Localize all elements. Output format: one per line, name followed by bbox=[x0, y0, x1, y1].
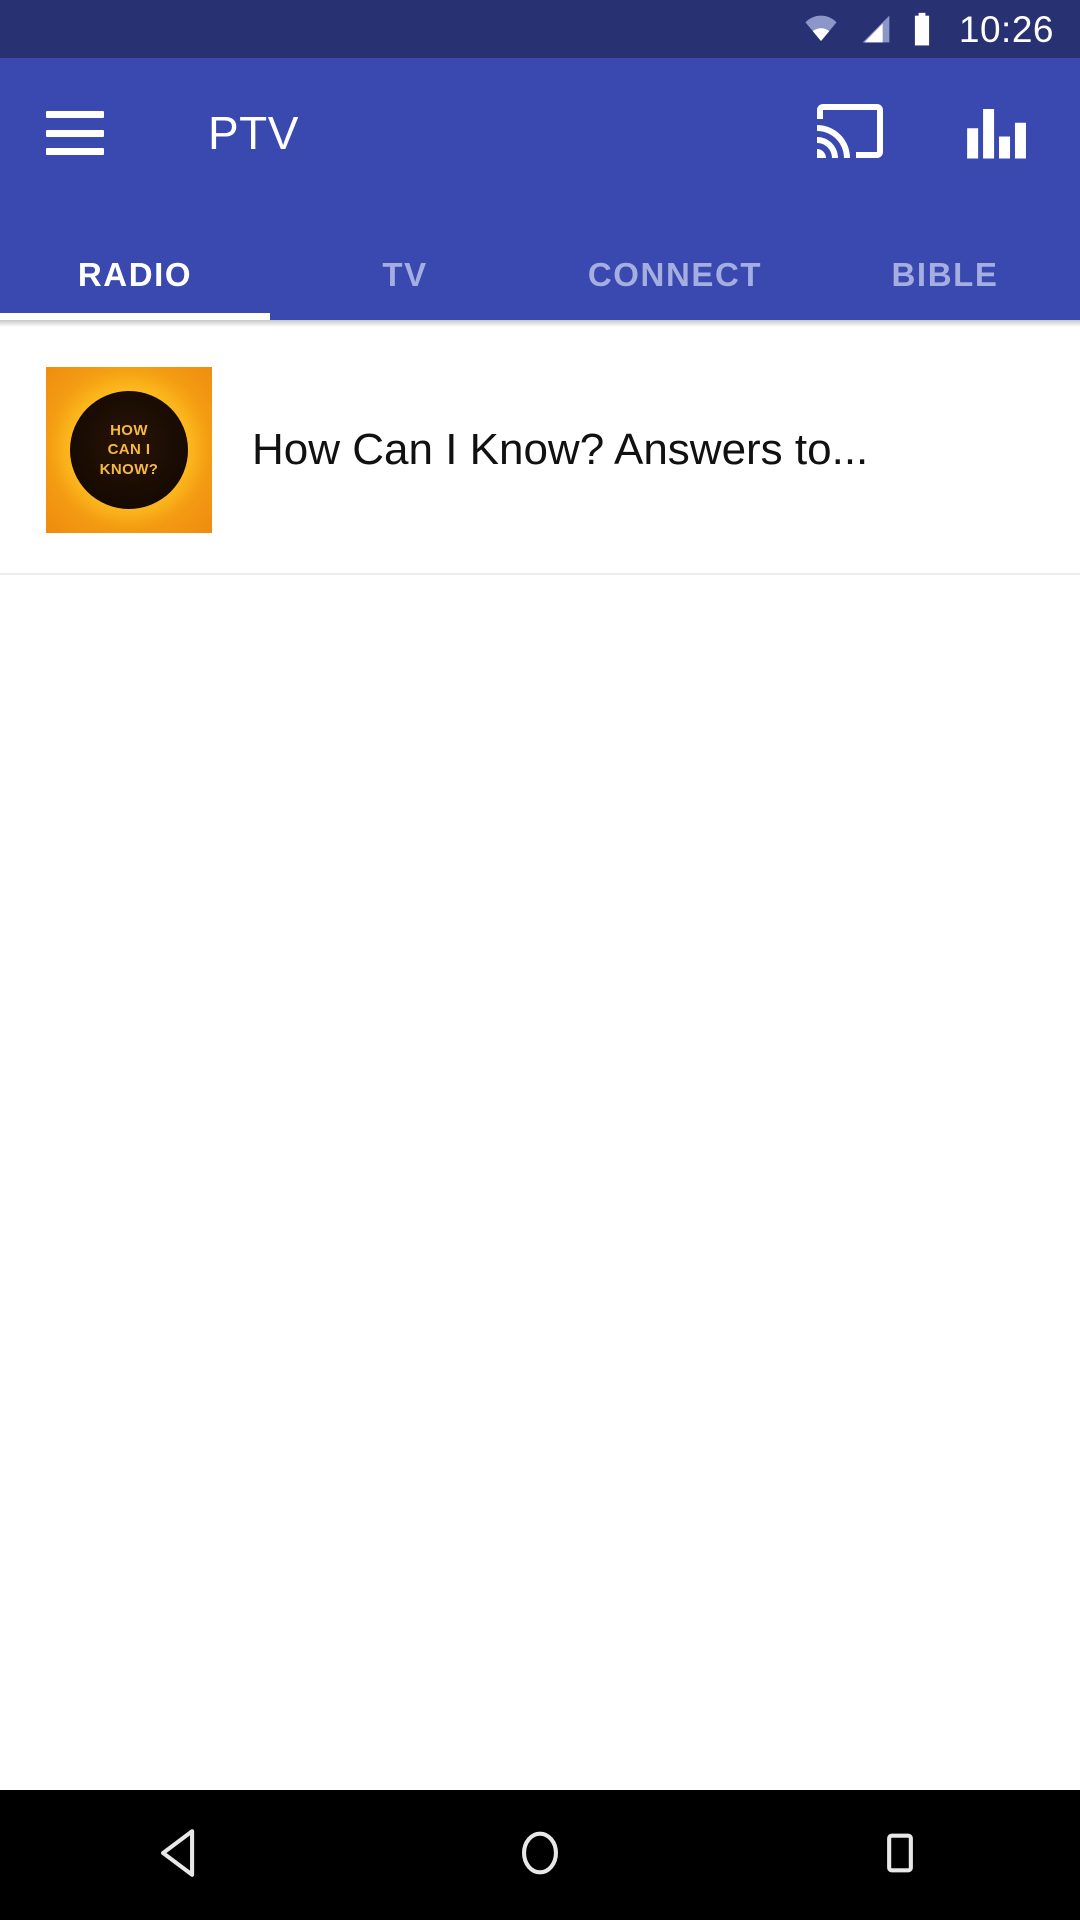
tab-bible[interactable]: BIBLE bbox=[810, 256, 1080, 320]
battery-icon bbox=[911, 12, 933, 46]
status-time: 10:26 bbox=[958, 8, 1054, 50]
tab-tv[interactable]: TV bbox=[270, 256, 540, 320]
active-tab-indicator bbox=[0, 313, 270, 320]
triangle-left-icon bbox=[151, 1824, 209, 1887]
cell-signal-icon bbox=[857, 13, 895, 45]
app-bar: PTV bbox=[0, 58, 1080, 208]
wifi-icon bbox=[801, 13, 841, 45]
album-art-line-3: KNOW? bbox=[99, 460, 159, 478]
list-item-title: How Can I Know? Answers to... bbox=[252, 425, 869, 474]
recents-button[interactable] bbox=[840, 1795, 960, 1915]
tab-connect[interactable]: CONNECT bbox=[540, 256, 810, 320]
radio-program-list: HOW CAN I KNOW? How Can I Know? Answers … bbox=[0, 327, 1080, 575]
app-bar-actions bbox=[812, 95, 1034, 171]
equalizer-button[interactable] bbox=[958, 95, 1034, 171]
back-button[interactable] bbox=[120, 1795, 240, 1915]
equalizer-icon bbox=[963, 98, 1029, 169]
album-art-line-2: CAN I bbox=[107, 441, 151, 459]
app-screen: 10:26 PTV RADIO TV CONNECT BIBLE HOW CAN… bbox=[0, 0, 1080, 1920]
page-title: PTV bbox=[208, 107, 299, 159]
album-art-line-1: HOW bbox=[110, 422, 148, 440]
list-divider bbox=[0, 573, 1080, 575]
system-navigation-bar bbox=[0, 1790, 1080, 1920]
cast-icon bbox=[814, 95, 886, 172]
cast-button[interactable] bbox=[812, 95, 888, 171]
hamburger-menu-icon[interactable] bbox=[46, 111, 104, 155]
tab-bar: RADIO TV CONNECT BIBLE bbox=[0, 208, 1080, 320]
circle-icon bbox=[511, 1824, 569, 1887]
tab-radio[interactable]: RADIO bbox=[0, 256, 270, 320]
list-item[interactable]: HOW CAN I KNOW? How Can I Know? Answers … bbox=[0, 327, 1080, 573]
square-icon bbox=[874, 1827, 926, 1884]
album-art-disc: HOW CAN I KNOW? bbox=[70, 391, 188, 509]
home-button[interactable] bbox=[480, 1795, 600, 1915]
appbar-shadow bbox=[0, 320, 1080, 327]
status-bar: 10:26 bbox=[0, 0, 1080, 58]
how-can-i-know-album-art: HOW CAN I KNOW? bbox=[46, 367, 212, 533]
